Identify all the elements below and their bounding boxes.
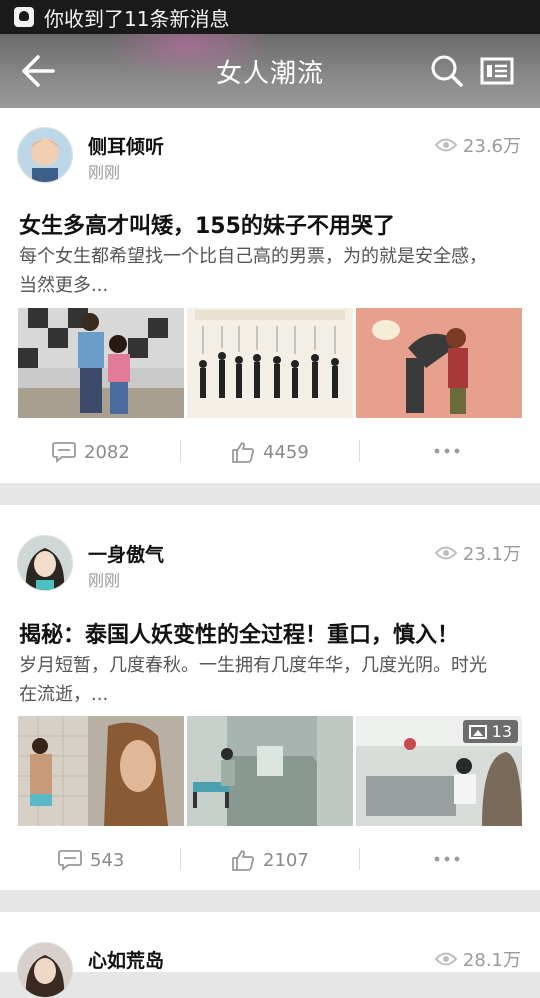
thumbnail-row[interactable]: 13 [18, 716, 523, 826]
comment-button[interactable]: 2082 [52, 435, 130, 469]
view-count: 28.1万 [434, 946, 521, 972]
action-bar: 2082 4459 [0, 435, 540, 469]
view-count: 23.1万 [434, 540, 521, 566]
avatar[interactable] [17, 127, 73, 183]
view-count-text: 23.6万 [462, 136, 521, 157]
article-summary: 每个女生都希望找一个比自己高的男票，为的就是安全感，当然更多... [19, 246, 487, 296]
thumbnail-height-chart[interactable] [187, 308, 353, 418]
like-button[interactable]: 2107 [231, 843, 309, 877]
post-time: 刚刚 [88, 571, 121, 590]
divider [180, 848, 181, 870]
more-dots-icon[interactable] [434, 851, 460, 867]
article-title[interactable]: 揭秘：泰国人妖变性的全过程！重口，慎入！ [19, 617, 459, 649]
feed-card[interactable]: 侧耳倾听 刚刚 23.6万 女生多高才叫矮，155的妹子不用哭了 每个女生都希望… [0, 108, 540, 483]
like-count: 2107 [263, 849, 309, 871]
author-name[interactable]: 一身傲气 [88, 540, 164, 567]
more-dots-icon[interactable] [434, 443, 460, 459]
notification-text: 你收到了11条新消息 [44, 6, 230, 31]
top-nav-bar: 女人潮流 [0, 34, 540, 108]
eye-icon [434, 546, 457, 560]
thumbnail-photo-3[interactable]: 13 [356, 716, 522, 826]
thumbnail-photo-1[interactable] [18, 716, 184, 826]
author-name[interactable]: 侧耳倾听 [88, 132, 164, 159]
thumbnail-row[interactable] [18, 308, 523, 418]
page-title: 女人潮流 [215, 58, 324, 89]
avatar[interactable] [17, 942, 73, 998]
like-count: 4459 [263, 441, 309, 463]
view-count-text: 28.1万 [462, 950, 521, 971]
divider [359, 848, 360, 870]
thumbnail-couple-photo[interactable] [18, 308, 184, 418]
arrow-left-icon[interactable] [20, 54, 56, 88]
feed-card[interactable]: 心如荒岛 28.1万 [0, 912, 540, 998]
view-count-text: 23.1万 [462, 544, 521, 565]
gallery-icon [468, 724, 487, 739]
thumbnail-cartoon[interactable] [356, 308, 522, 418]
action-bar: 543 2107 [0, 843, 540, 877]
list-icon[interactable] [480, 56, 514, 86]
eye-icon [434, 952, 457, 966]
comment-icon [52, 442, 76, 463]
post-time: 刚刚 [88, 163, 121, 182]
thumbnail-photo-2[interactable] [187, 716, 353, 826]
feed-card[interactable]: 一身傲气 刚刚 23.1万 揭秘：泰国人妖变性的全过程！重口，慎入！ 岁月短暂，… [0, 505, 540, 890]
divider [359, 440, 360, 462]
like-button[interactable]: 4459 [231, 435, 309, 469]
article-summary: 岁月短暂，几度春秋。一生拥有几度年华，几度光阴。时光在流逝，... [19, 655, 487, 705]
article-title[interactable]: 女生多高才叫矮，155的妹子不用哭了 [19, 208, 395, 240]
status-bar: 你收到了11条新消息 [0, 0, 540, 34]
thumbs-up-icon [232, 442, 254, 463]
divider [180, 440, 181, 462]
view-count: 23.6万 [434, 132, 521, 158]
comment-count: 2082 [84, 441, 130, 463]
comment-icon [58, 850, 82, 871]
search-icon[interactable] [430, 54, 464, 88]
thumbs-up-icon [232, 850, 254, 871]
avatar[interactable] [17, 535, 73, 591]
comment-button[interactable]: 543 [58, 843, 124, 877]
image-count: 13 [491, 722, 512, 741]
qq-bell-icon [14, 7, 34, 27]
eye-icon [434, 138, 457, 152]
comment-count: 543 [90, 849, 125, 871]
image-count-badge: 13 [462, 720, 518, 743]
